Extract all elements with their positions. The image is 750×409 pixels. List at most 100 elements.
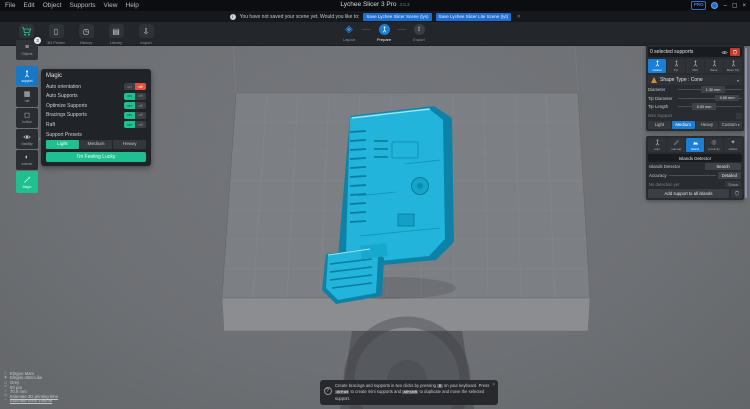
tab-base-tip[interactable]: Base Tip (724, 59, 742, 73)
tip-length-value[interactable]: 5.00 mm (692, 103, 716, 110)
rail-label: raft (25, 99, 30, 103)
toggle-on[interactable]: on (124, 93, 135, 100)
size-heavy-button[interactable]: Heavy (696, 121, 719, 130)
toggle-off[interactable]: off (135, 83, 146, 90)
accuracy-detailed-button[interactable]: Detailed (718, 172, 741, 179)
mini-support-label: Mini Support (648, 113, 672, 118)
user-account-icon[interactable] (711, 2, 718, 9)
toggle-on[interactable]: on (124, 102, 135, 109)
rail-visibility-button[interactable]: visibility ▸ (16, 129, 38, 149)
auto-orientation-toggle[interactable]: on off (124, 83, 146, 90)
bracings-supports-toggle[interactable]: on off (124, 112, 146, 119)
rail-raft-button[interactable]: ▦ raft (16, 87, 38, 107)
eye-icon[interactable] (721, 49, 728, 56)
toggle-off[interactable]: off (135, 112, 146, 119)
import-button[interactable]: ⇩ Import (134, 24, 158, 45)
unsaved-scene-notification: i You have not saved your scene yet. Wou… (0, 11, 750, 22)
trash-icon-button[interactable] (731, 189, 742, 198)
shape-type-dropdown[interactable]: Shape Type : Cone ▾ (648, 75, 742, 85)
tip-length-slider[interactable]: 5.00 mm (678, 106, 742, 107)
objects-button[interactable]: ≡ Objects 3 (16, 40, 38, 60)
history-button[interactable]: ◷ History (74, 24, 98, 45)
tool-utilities[interactable]: ✦ utilities (724, 138, 742, 152)
auto-supports-toggle[interactable]: on off (124, 93, 146, 100)
menu-edit[interactable]: Edit (23, 2, 34, 9)
delete-supports-button[interactable] (730, 48, 740, 56)
panel-scrollbar[interactable] (745, 48, 747, 198)
toggle-on[interactable]: on (124, 112, 135, 119)
tip-diameter-value[interactable]: 0.60 mm (715, 95, 739, 102)
tool-auto[interactable]: auto (648, 138, 666, 152)
raft-toggle[interactable]: on off (124, 121, 146, 128)
diameter-slider[interactable]: 1.30 mm (678, 89, 742, 90)
preset-medium-button[interactable]: Medium (80, 140, 113, 149)
toggle-on[interactable]: on (124, 83, 135, 90)
tab-base[interactable]: Base (705, 59, 723, 73)
visibility-eye-icon (23, 133, 31, 141)
tool-tab-label: island (691, 147, 699, 151)
magic-wand-icon (23, 176, 31, 184)
magic-row-label: Auto orientation (46, 84, 81, 90)
save-lyt-button[interactable]: Save Lychee Slicer Lite Scene (lyt) (436, 13, 512, 21)
show-button[interactable]: Show (725, 181, 741, 187)
maximize-button[interactable]: ▢ (732, 3, 738, 9)
preset-light-button[interactable]: Light (46, 140, 79, 149)
top-toolbar: Shop ▯ 3D Printer ◷ History ▤ Library ⇩ … (0, 22, 750, 46)
toggle-off[interactable]: off (135, 93, 146, 100)
pencil-icon (673, 139, 680, 146)
tab-tip[interactable]: Tip (667, 59, 685, 73)
size-light-button[interactable]: Light (648, 121, 671, 130)
toggle-on[interactable]: on (124, 121, 135, 128)
feeling-lucky-button[interactable]: I'm Feeling Lucky (46, 152, 146, 162)
menu-file[interactable]: File (5, 2, 15, 9)
export-icon: ⇧ (414, 24, 425, 35)
menu-object[interactable]: Object (43, 2, 62, 9)
step-export[interactable]: ⇧ Export (406, 24, 432, 42)
mini-support-toggle[interactable] (736, 113, 742, 119)
optimize-supports-toggle[interactable]: on off (124, 102, 146, 109)
step-prepare[interactable]: Prepare (371, 24, 397, 42)
tab-mid[interactable]: Mid (686, 59, 704, 73)
printer-button[interactable]: ▯ 3D Printer (44, 24, 68, 45)
tab-global[interactable]: Global (648, 59, 666, 73)
rail-label: support (22, 79, 33, 83)
auto-support-icon (654, 139, 661, 146)
app-version: 3.5.3 (400, 2, 410, 7)
rail-support-button[interactable]: support (16, 66, 38, 86)
diameter-value[interactable]: 1.30 mm (701, 86, 725, 93)
selected-supports-count: 0 selected supports (650, 49, 719, 55)
size-custom-button[interactable]: Custom▾ (719, 121, 742, 130)
step-connector (362, 29, 371, 30)
menu-help[interactable]: Help (126, 2, 139, 9)
save-lys-button[interactable]: Save Lychee Slicer Scene (lys) (363, 13, 431, 21)
exterior-icon: ◐ (25, 154, 29, 161)
add-support-all-islands-button[interactable]: Add support to all islands (648, 189, 729, 198)
support-pin-icon (23, 70, 31, 78)
rail-exterior-button[interactable]: ◐ exterior (16, 150, 38, 170)
tool-island[interactable]: island (686, 138, 704, 152)
hollow-icon: ◻ (24, 112, 30, 119)
close-button[interactable]: × (742, 3, 746, 9)
step-layout[interactable]: ◈ Layout (336, 24, 362, 42)
toggle-off[interactable]: off (135, 102, 146, 109)
menu-supports[interactable]: Supports (69, 2, 95, 9)
menu-view[interactable]: View (104, 2, 118, 9)
tool-manual[interactable]: manual (667, 138, 685, 152)
tool-proximity[interactable]: ◎ proximity (705, 138, 723, 152)
search-button[interactable]: Search (705, 163, 741, 170)
size-medium-button[interactable]: Medium (672, 121, 695, 130)
support-presets-label: Support Presets (46, 132, 146, 138)
library-button[interactable]: ▤ Library (104, 24, 128, 45)
notification-close-icon[interactable]: × (517, 14, 520, 20)
rail-magic-button[interactable]: Magic (16, 171, 38, 193)
rail-hollow-button[interactable]: ◻ hollow (16, 108, 38, 128)
minimize-button[interactable]: – (723, 3, 726, 9)
objects-list-icon: ≡ (25, 44, 29, 51)
estimate-resin-volume-link[interactable]: Estimate resin volume (10, 398, 52, 403)
print-stats: ▯ Elegoo Mars ◈ Elegoo ABS-Like ◻ Grey ≡… (3, 371, 58, 403)
preset-heavy-button[interactable]: Heavy (113, 140, 146, 149)
tooltip-close-icon[interactable]: × (492, 382, 495, 388)
tip-diameter-slider[interactable]: 0.60 mm (678, 98, 742, 99)
toggle-off[interactable]: off (135, 121, 146, 128)
tab-label: Global (653, 68, 662, 72)
